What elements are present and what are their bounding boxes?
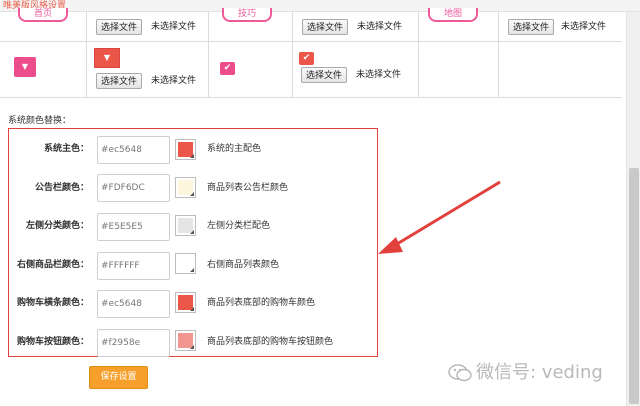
save-settings-button[interactable]: 保存设置 xyxy=(89,366,148,389)
wechat-icon xyxy=(448,364,472,382)
watermark-text: 微信号: veding xyxy=(476,362,603,383)
annotation-arrow-icon xyxy=(378,180,501,254)
watermark: 微信号: veding xyxy=(448,362,603,384)
